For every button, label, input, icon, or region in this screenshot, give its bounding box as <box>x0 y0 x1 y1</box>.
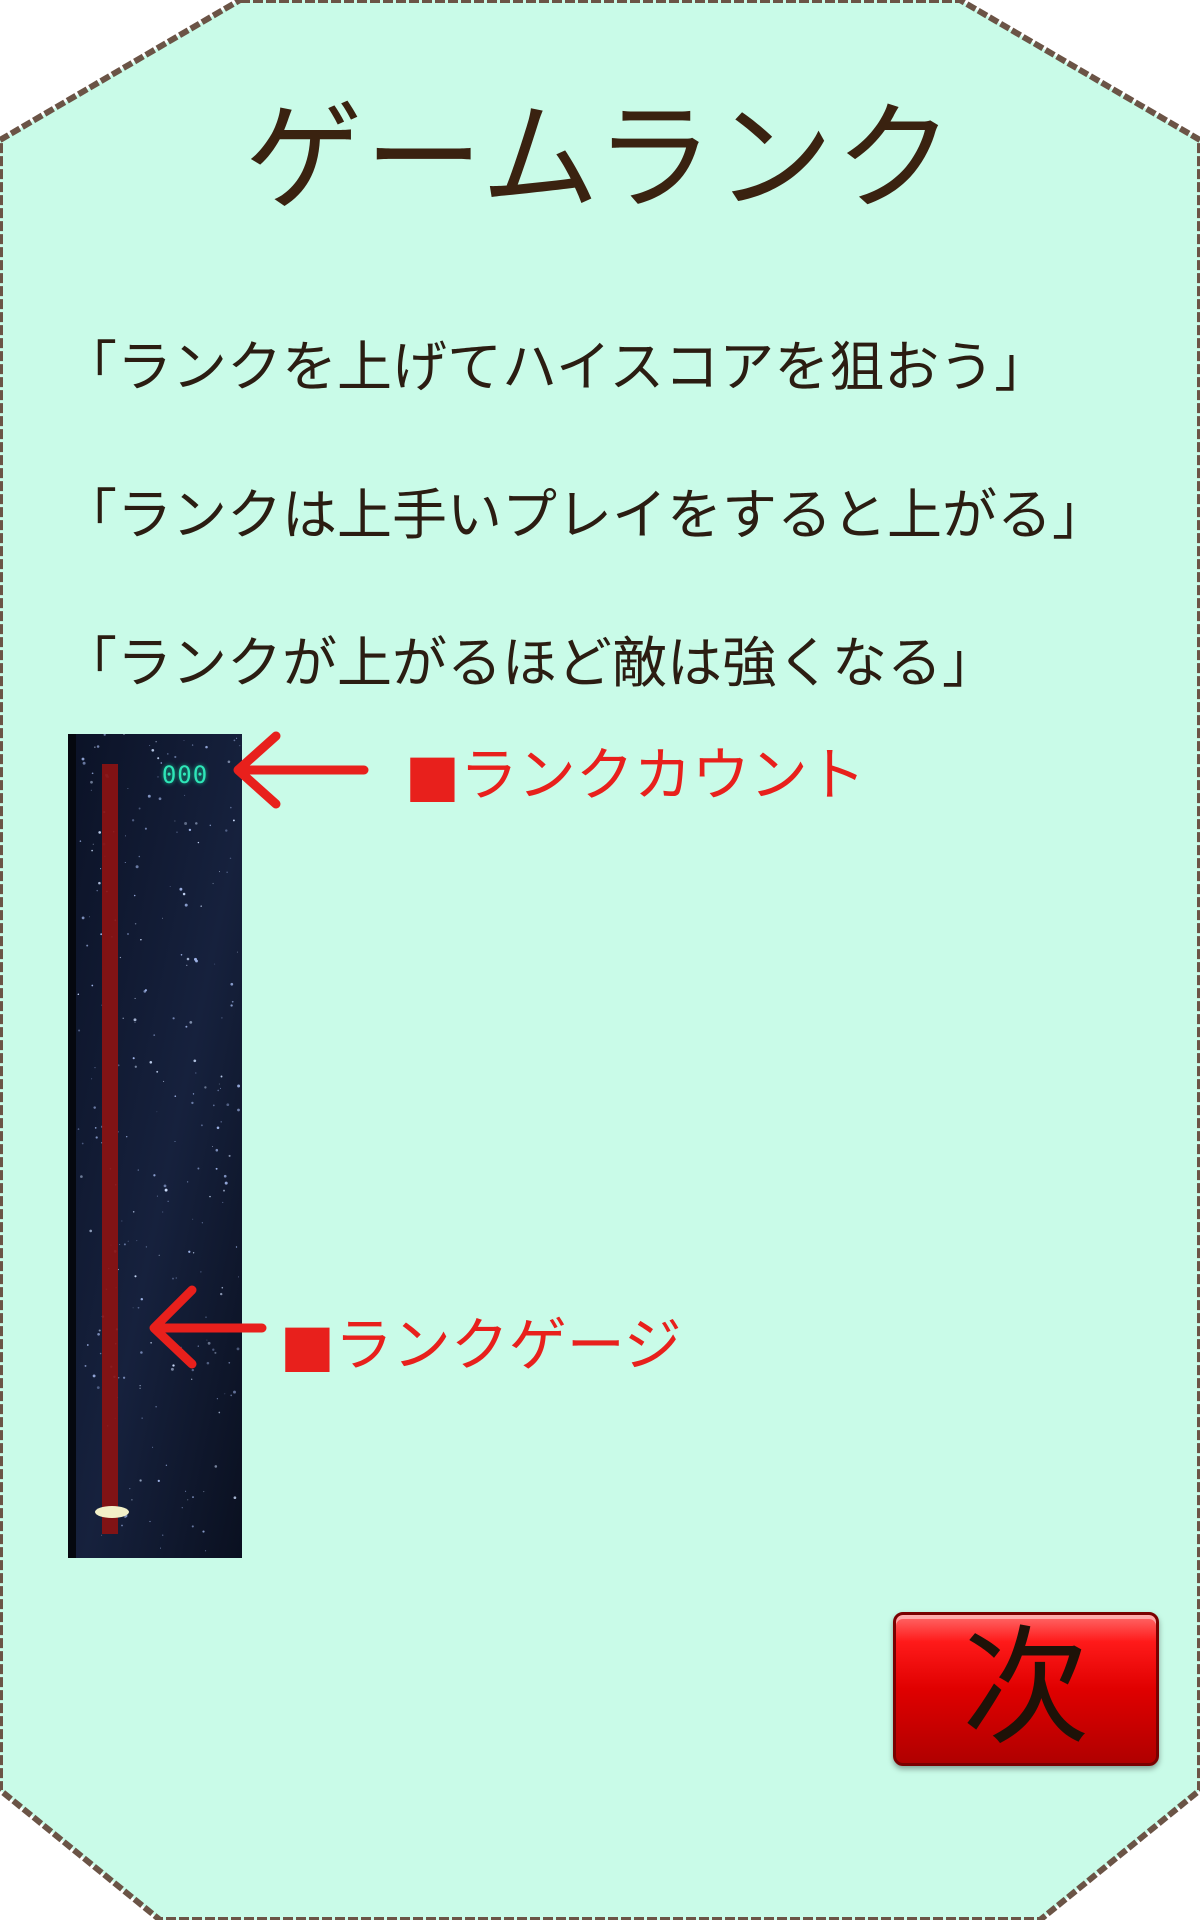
callout-rank-count: ■ランクカウント <box>405 741 866 809</box>
rank-gauge-base <box>95 1506 129 1518</box>
page-title: ゲームランク <box>244 89 956 227</box>
game-preview-panel: 000 <box>68 734 242 1558</box>
next-button[interactable]: 次 <box>893 1612 1159 1766</box>
rank-gauge <box>102 764 118 1534</box>
starfield <box>68 734 242 1558</box>
tip-line-3: 「ランクが上がるほど敵は強くなる」 <box>62 631 998 695</box>
callout-rank-gauge: ■ランクゲージ <box>280 1311 682 1379</box>
tip-line-1: 「ランクを上げてハイスコアを狙おう」 <box>62 335 1050 399</box>
tutorial-screen: ゲームランク 「ランクを上げてハイスコアを狙おう」 「ランクは上手いプレイをする… <box>0 0 1200 1920</box>
rank-count: 000 <box>161 761 209 789</box>
tip-line-2: 「ランクは上手いプレイをすると上がる」 <box>62 483 1108 547</box>
next-button-label: 次 <box>961 1614 1090 1763</box>
